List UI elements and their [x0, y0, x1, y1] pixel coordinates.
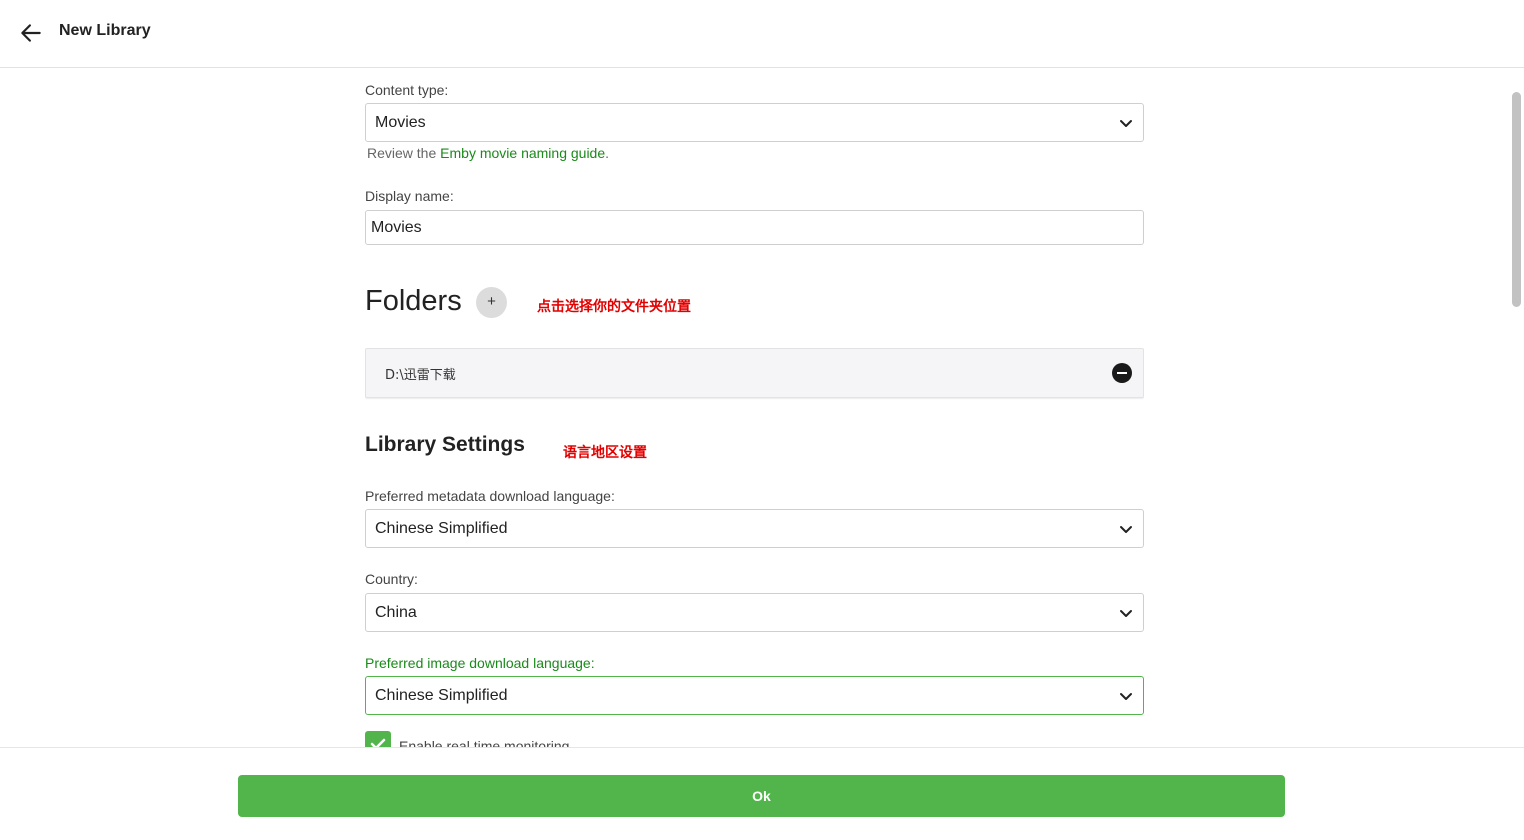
naming-guide-link[interactable]: Emby movie naming guide	[440, 145, 605, 161]
folder-path: D:\迅雷下载	[385, 368, 456, 383]
remove-folder-icon[interactable]	[1112, 363, 1132, 383]
naming-guide-text: Review the Emby movie naming guide.	[367, 145, 609, 161]
display-name-input[interactable]	[365, 210, 1144, 245]
folder-list-item: D:\迅雷下载	[365, 348, 1144, 398]
library-form: Content type: Movies Review the Emby mov…	[365, 68, 1144, 748]
country-value: China	[375, 604, 417, 621]
content-type-value: Movies	[375, 114, 426, 131]
page-scrollbar[interactable]	[1509, 68, 1524, 748]
dialog-footer: Ok	[0, 747, 1524, 840]
folders-annotation: 点击选择你的文件夹位置	[537, 299, 691, 315]
chevron-down-icon	[1120, 693, 1132, 700]
library-settings-heading: Library Settings	[365, 433, 525, 456]
arrow-left-icon	[21, 24, 41, 42]
folders-heading: Folders	[365, 285, 462, 317]
metadata-language-select[interactable]: Chinese Simplified	[365, 509, 1144, 548]
page-header: New Library	[0, 0, 1524, 68]
metadata-language-value: Chinese Simplified	[375, 520, 508, 537]
realtime-monitoring-checkbox[interactable]	[365, 731, 391, 748]
settings-annotation: 语言地区设置	[563, 445, 647, 461]
display-name-label: Display name:	[365, 188, 454, 204]
content-type-label: Content type:	[365, 82, 449, 98]
page-title: New Library	[59, 22, 151, 39]
chevron-down-icon	[1120, 526, 1132, 533]
chevron-down-icon	[1120, 610, 1132, 617]
scroll-thumb[interactable]	[1510, 90, 1523, 309]
image-language-select[interactable]: Chinese Simplified	[365, 676, 1144, 715]
back-button[interactable]	[18, 20, 44, 46]
add-folder-button[interactable]: +	[476, 287, 507, 318]
content-type-select[interactable]: Movies	[365, 103, 1144, 142]
country-label: Country:	[365, 571, 418, 587]
image-language-label: Preferred image download language:	[365, 655, 595, 671]
image-language-value: Chinese Simplified	[375, 687, 508, 704]
plus-icon: +	[487, 293, 496, 310]
metadata-language-label: Preferred metadata download language:	[365, 488, 615, 504]
naming-guide-suffix: .	[605, 145, 610, 161]
chevron-down-icon	[1120, 120, 1132, 127]
naming-guide-prefix: Review the	[367, 145, 441, 161]
ok-button[interactable]: Ok	[238, 775, 1285, 817]
country-select[interactable]: China	[365, 593, 1144, 632]
